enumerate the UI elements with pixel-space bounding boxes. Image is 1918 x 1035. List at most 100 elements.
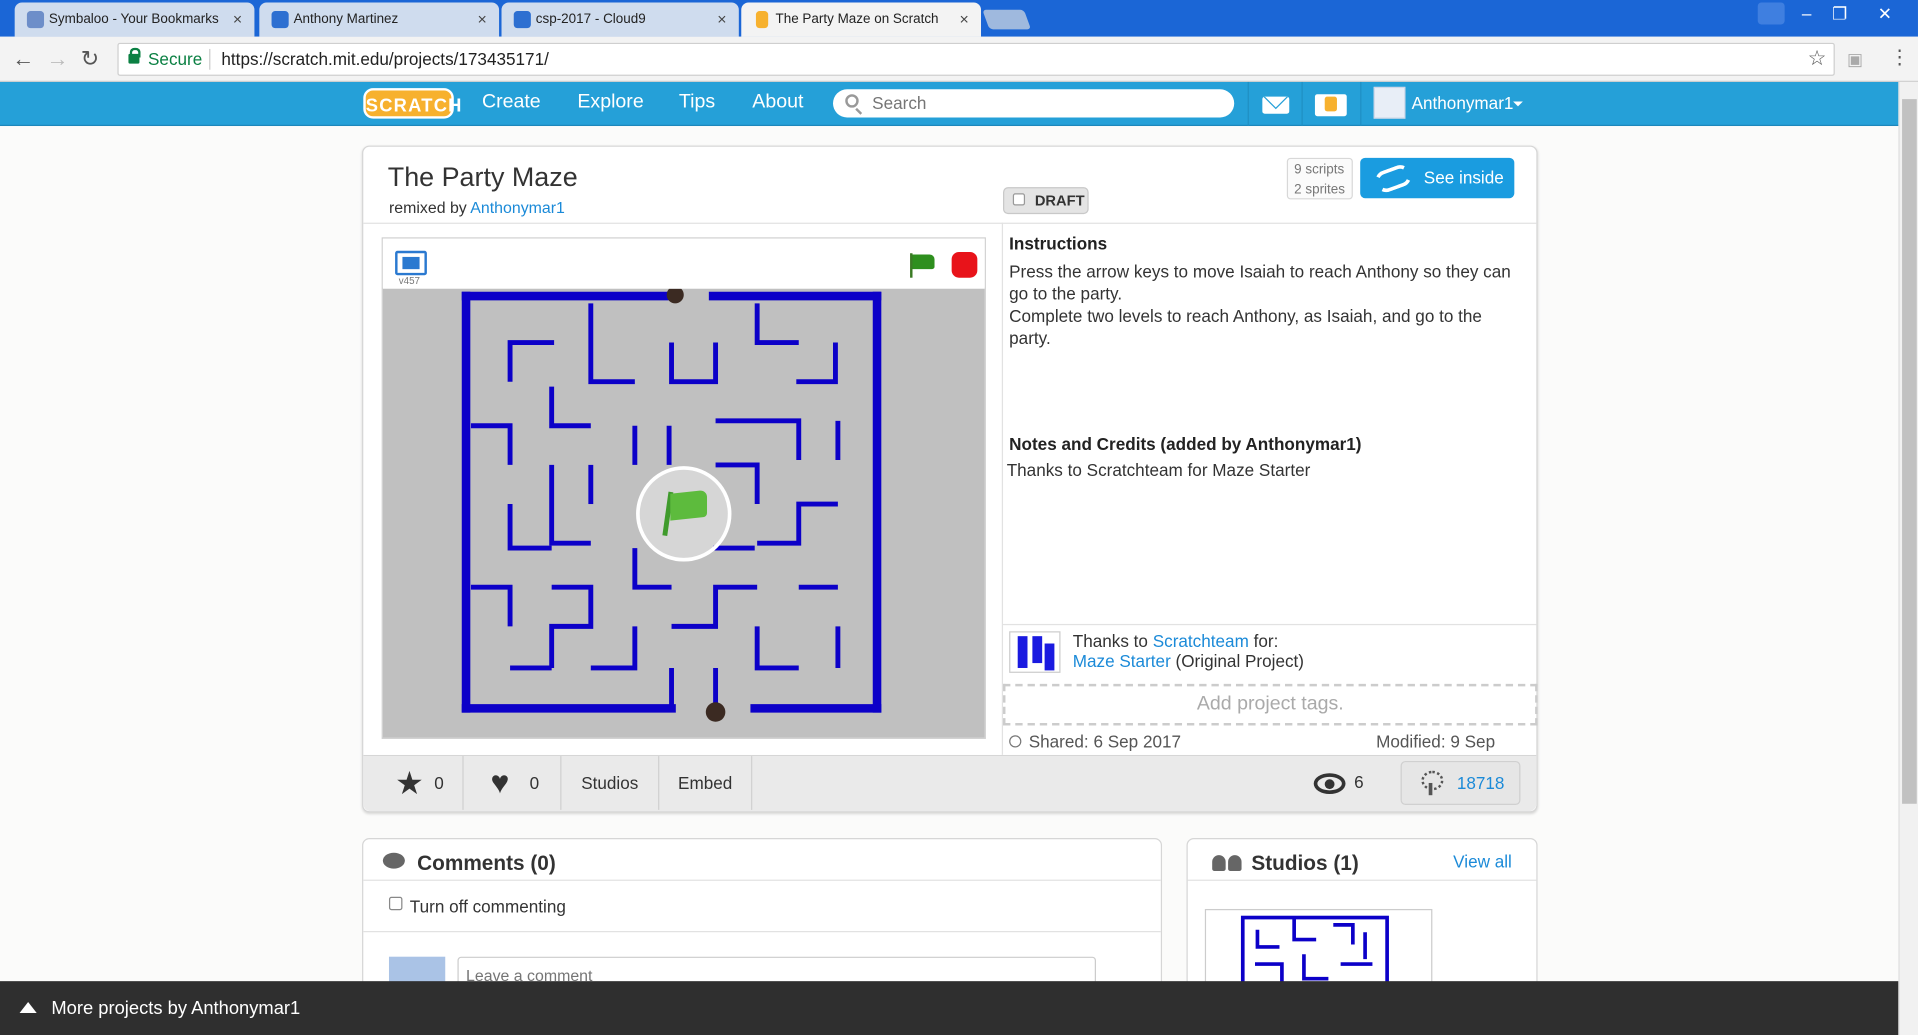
stop-icon[interactable] bbox=[951, 252, 978, 278]
draft-checkbox[interactable] bbox=[1012, 193, 1026, 206]
turn-off-commenting-label[interactable]: Turn off commenting bbox=[410, 897, 566, 917]
back-icon[interactable]: ← bbox=[12, 46, 34, 70]
project-player: v457 bbox=[381, 237, 986, 739]
see-inside-button[interactable]: See inside bbox=[1360, 157, 1515, 199]
tab-title: Symbaloo - Your Bookmarks bbox=[48, 12, 219, 27]
scratch-logo[interactable]: SCRATCH bbox=[363, 88, 461, 119]
see-inside-icon bbox=[1372, 161, 1415, 196]
instructions-text[interactable]: Press the arrow keys to move Isaiah to r… bbox=[1009, 261, 1523, 349]
project-title[interactable]: The Party Maze bbox=[388, 161, 578, 193]
search-box[interactable] bbox=[832, 89, 1235, 118]
remix-count: 18718 bbox=[1456, 773, 1505, 793]
remix-tree-icon bbox=[1419, 770, 1444, 796]
project-counts: 9 scripts 2 sprites bbox=[1286, 157, 1353, 200]
star-icon: ★ bbox=[395, 764, 424, 802]
more-projects-label: More projects by Anthonymar1 bbox=[51, 998, 301, 1020]
instructions-heading: Instructions bbox=[1009, 233, 1108, 254]
username-menu[interactable]: Anthonymar1 bbox=[1412, 93, 1514, 113]
views-icon bbox=[1313, 773, 1346, 794]
isaiah-sprite bbox=[666, 288, 684, 304]
user-avatar[interactable] bbox=[1373, 86, 1406, 119]
tab-title: Anthony Martinez bbox=[293, 12, 399, 27]
minimize-button[interactable]: – bbox=[1793, 2, 1820, 24]
project-stage[interactable] bbox=[382, 288, 985, 738]
page-scrollbar[interactable] bbox=[1898, 81, 1918, 1035]
profile-icon[interactable] bbox=[1757, 2, 1785, 25]
close-window-button[interactable]: ✕ bbox=[1871, 2, 1898, 24]
original-project-thumbnail[interactable] bbox=[1009, 631, 1061, 673]
favorite-button[interactable]: ★ 0 bbox=[363, 756, 464, 810]
embed-button[interactable]: Embed bbox=[659, 756, 753, 810]
view-all-link[interactable]: View all bbox=[1453, 851, 1512, 871]
close-tab-icon[interactable]: × bbox=[959, 10, 968, 28]
restore-button[interactable]: ❐ bbox=[1826, 2, 1853, 24]
tab-title: The Party Maze on Scratch bbox=[775, 12, 939, 27]
my-stuff-icon[interactable] bbox=[1314, 94, 1347, 117]
remixed-by: remixed by Anthonymar1 bbox=[388, 198, 565, 217]
player-controls: v457 bbox=[382, 238, 985, 288]
close-tab-icon[interactable]: × bbox=[717, 10, 726, 28]
sprites-count: 2 sprites bbox=[1294, 182, 1346, 197]
tab-title: csp-2017 - Cloud9 bbox=[535, 12, 646, 27]
green-flag-icon[interactable] bbox=[910, 253, 937, 278]
studios-button[interactable]: Studios bbox=[561, 756, 660, 810]
reload-icon[interactable]: ↻ bbox=[81, 46, 99, 70]
tab-anthony-martinez[interactable]: Anthony Martinez × bbox=[259, 2, 500, 37]
shared-icon bbox=[1009, 735, 1022, 748]
scrollbar-thumb[interactable] bbox=[1902, 99, 1917, 804]
add-tags-field[interactable]: Add project tags. bbox=[1003, 683, 1538, 726]
credit-user-link[interactable]: Scratchteam bbox=[1153, 631, 1249, 651]
search-icon bbox=[845, 94, 859, 108]
tab-cloud9[interactable]: csp-2017 - Cloud9 × bbox=[501, 2, 739, 37]
lock-icon bbox=[128, 47, 141, 64]
messages-icon[interactable] bbox=[1262, 96, 1290, 114]
heart-icon: ♥ bbox=[490, 763, 510, 801]
tab-bar: Symbaloo - Your Bookmarks × Anthony Mart… bbox=[0, 0, 1918, 37]
comment-icon bbox=[382, 852, 405, 869]
notes-heading: Notes and Credits (added by Anthonymar1) bbox=[1009, 434, 1362, 454]
search-input[interactable] bbox=[872, 91, 1215, 114]
credit-line: Thanks to Scratchteam for: bbox=[1072, 631, 1279, 651]
views-count: 6 bbox=[1354, 771, 1364, 792]
love-button[interactable]: ♥ 0 bbox=[464, 756, 562, 810]
symbaloo-icon bbox=[26, 11, 45, 29]
anthony-sprite bbox=[705, 702, 726, 722]
forward-icon[interactable]: → bbox=[46, 46, 68, 70]
nav-tips[interactable]: Tips bbox=[679, 92, 715, 114]
new-tab-button[interactable] bbox=[982, 9, 1032, 30]
bookmark-star-icon[interactable]: ☆ bbox=[1808, 46, 1827, 70]
tab-symbaloo[interactable]: Symbaloo - Your Bookmarks × bbox=[14, 2, 255, 37]
original-project-link[interactable]: Maze Starter bbox=[1073, 651, 1171, 671]
draft-toggle[interactable]: DRAFT bbox=[1003, 187, 1089, 215]
original-project-line: Maze Starter (Original Project) bbox=[1072, 650, 1305, 671]
remixer-link[interactable]: Anthonymar1 bbox=[470, 198, 565, 216]
turn-off-commenting-checkbox[interactable] bbox=[388, 896, 403, 911]
nav-create[interactable]: Create bbox=[482, 92, 541, 114]
extension-icon[interactable]: ▣ bbox=[1847, 46, 1863, 70]
secure-label: Secure bbox=[148, 48, 203, 69]
remix-tree-button[interactable]: 18718 bbox=[1400, 760, 1521, 805]
version-label: v457 bbox=[398, 275, 420, 287]
menu-icon[interactable]: ⋮ bbox=[1890, 46, 1910, 70]
omnibox[interactable]: Secure https://scratch.mit.edu/projects/… bbox=[117, 42, 1835, 76]
more-projects-bar[interactable]: More projects by Anthonymar1 bbox=[0, 981, 1899, 1035]
url-text[interactable]: https://scratch.mit.edu/projects/1734351… bbox=[221, 49, 548, 69]
close-tab-icon[interactable]: × bbox=[478, 10, 487, 28]
shared-date: Shared: 6 Sep 2017 bbox=[1009, 732, 1181, 751]
browser-window: Symbaloo - Your Bookmarks × Anthony Mart… bbox=[0, 0, 1918, 1035]
chevron-down-icon[interactable] bbox=[1513, 101, 1523, 107]
tab-scratch-active[interactable]: The Party Maze on Scratch × bbox=[741, 2, 982, 37]
notes-text[interactable]: Thanks to Scratchteam for Maze Starter bbox=[1007, 460, 1311, 480]
nav-explore[interactable]: Explore bbox=[577, 92, 643, 114]
play-flag-button[interactable] bbox=[636, 466, 732, 562]
comments-heading: Comments (0) bbox=[417, 851, 556, 875]
fullscreen-icon[interactable] bbox=[395, 250, 427, 276]
studios-icon bbox=[1212, 855, 1244, 872]
nav-about[interactable]: About bbox=[752, 92, 803, 114]
expand-up-icon bbox=[19, 1001, 37, 1013]
studios-heading: Studios (1) bbox=[1251, 851, 1359, 875]
address-toolbar: ← → ↻ Secure https://scratch.mit.edu/pro… bbox=[0, 36, 1918, 82]
close-tab-icon[interactable]: × bbox=[233, 10, 242, 28]
project-panel: The Party Maze remixed by Anthonymar1 DR… bbox=[362, 145, 1538, 813]
cloud9-icon bbox=[513, 11, 531, 29]
